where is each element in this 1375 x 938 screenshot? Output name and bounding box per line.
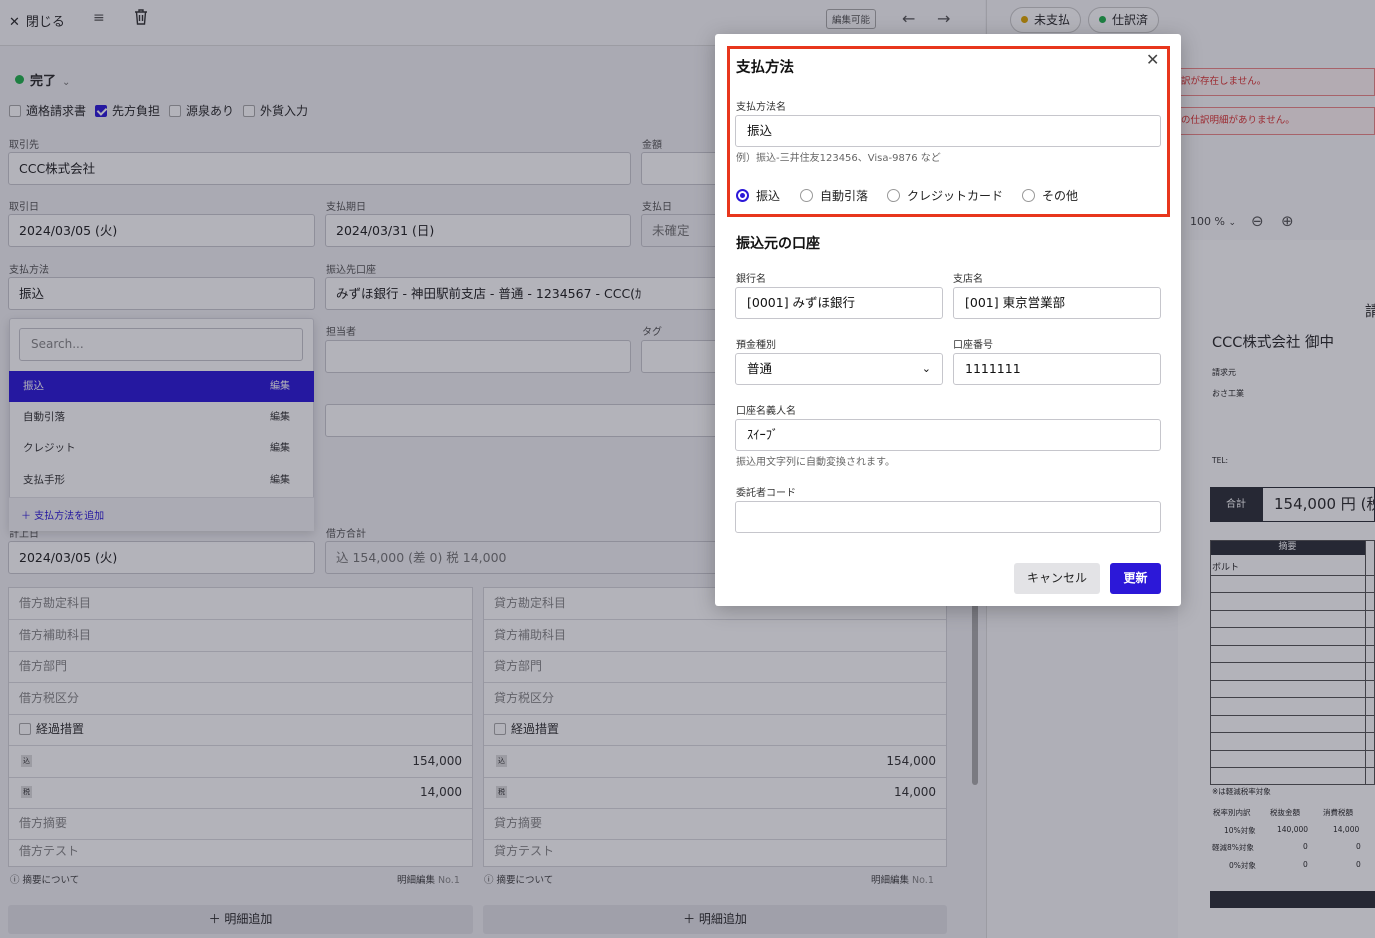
method-name-label: 支払方法名 xyxy=(736,102,786,113)
consignor-code-input[interactable] xyxy=(735,501,1161,533)
branch-name-input[interactable]: [001] 東京営業部 xyxy=(953,287,1161,319)
account-number-label: 口座番号 xyxy=(953,340,993,351)
modal-close-icon[interactable]: ✕ xyxy=(1146,50,1159,69)
account-holder-label: 口座名義人名 xyxy=(736,406,796,417)
radio-auto-debit[interactable]: 自動引落 xyxy=(800,187,868,204)
deposit-type-label: 預金種別 xyxy=(736,340,776,351)
radio-dot xyxy=(736,189,749,202)
deposit-type-select[interactable]: 普通 ⌄ xyxy=(735,353,943,385)
modal-title: 支払方法 xyxy=(736,60,794,76)
bank-name-input[interactable]: [0001] みずほ銀行 xyxy=(735,287,943,319)
source-account-title: 振込元の口座 xyxy=(736,236,820,252)
radio-dot xyxy=(887,189,900,202)
radio-dot xyxy=(1022,189,1035,202)
radio-credit-card[interactable]: クレジットカード xyxy=(887,187,1003,204)
update-button[interactable]: 更新 xyxy=(1110,563,1161,594)
method-name-input[interactable]: 振込 xyxy=(735,115,1161,147)
cancel-button[interactable]: キャンセル xyxy=(1014,563,1100,594)
chevron-down-icon: ⌄ xyxy=(921,362,931,375)
method-name-hint: 例）振込-三井住友123456、Visa-9876 など xyxy=(736,153,941,164)
radio-dot xyxy=(800,189,813,202)
payment-method-modal: 支払方法 ✕ 支払方法名 振込 例）振込-三井住友123456、Visa-987… xyxy=(715,34,1181,606)
radio-furikomi[interactable]: 振込 xyxy=(736,187,780,204)
radio-other[interactable]: その他 xyxy=(1022,187,1078,204)
account-number-input[interactable]: 1111111 xyxy=(953,353,1161,385)
consignor-code-label: 委託者コード xyxy=(736,488,796,499)
account-holder-input[interactable]: ｽｲｰﾌﾞ xyxy=(735,419,1161,451)
bank-name-label: 銀行名 xyxy=(736,274,766,285)
account-holder-hint: 振込用文字列に自動変換されます。 xyxy=(736,457,895,468)
branch-name-label: 支店名 xyxy=(953,274,983,285)
